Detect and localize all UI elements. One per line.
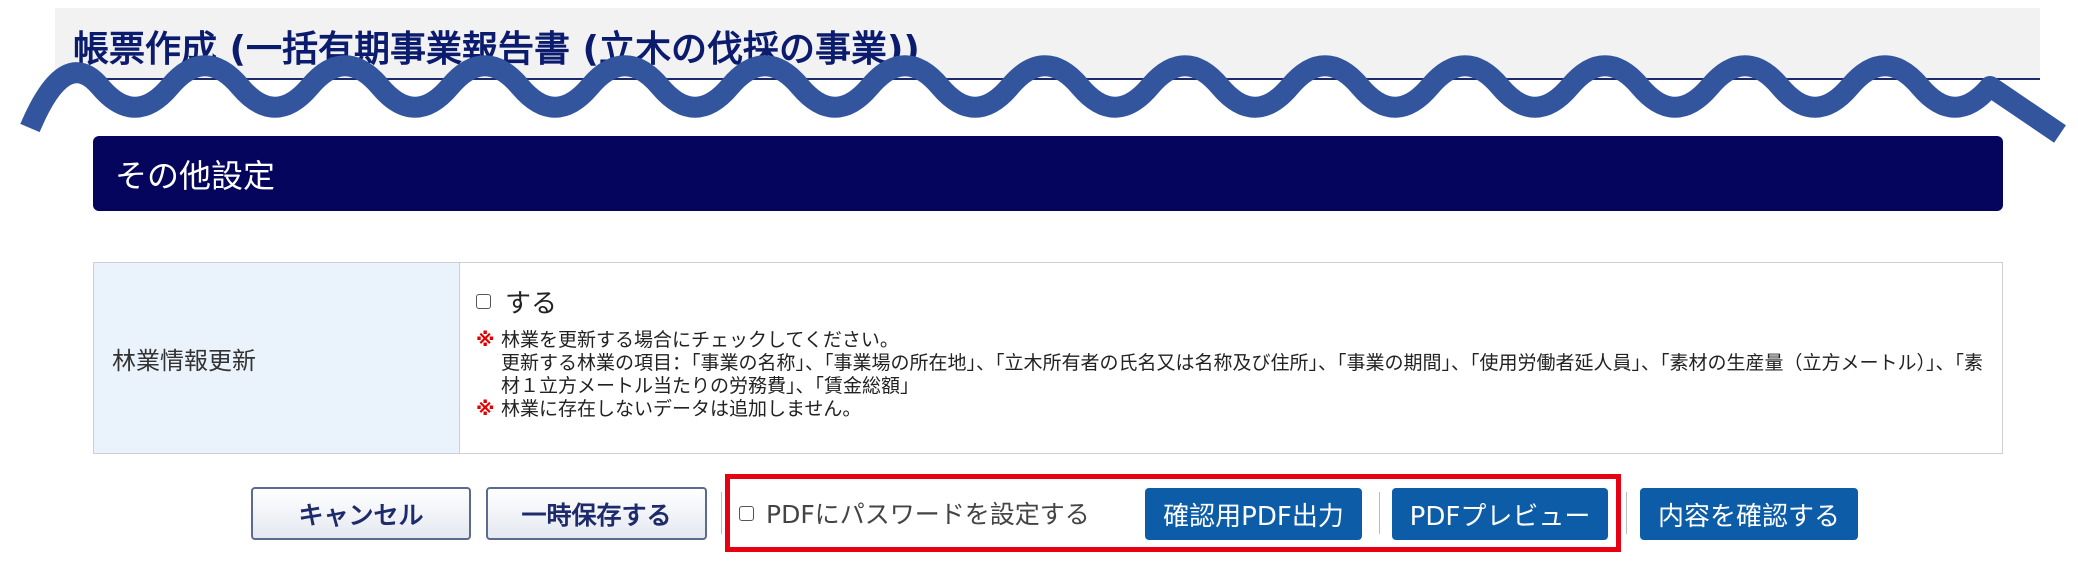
forestry-update-notes: ※ 林業を更新する場合にチェックしてください。 更新する林業の項目：「事業の名称… [476,329,1984,421]
pdf-password-option: PDFにパスワードを設定する [739,495,1090,531]
confirm-pdf-output-button[interactable]: 確認用PDF出力 [1145,488,1362,540]
note-line: ※ 林業を更新する場合にチェックしてください。 [476,329,1984,352]
forestry-update-value-cell: する ※ 林業を更新する場合にチェックしてください。 更新する林業の項目：「事業… [460,263,2002,453]
note-mark: ※ [476,398,495,420]
save-temp-button[interactable]: 一時保存する [486,487,707,540]
divider [721,492,722,534]
note-text: 林業に存在しないデータは追加しません。 [501,398,862,420]
settings-table: 林業情報更新 する ※ 林業を更新する場合にチェックしてください。 更新する林業… [93,262,2003,454]
note-line: ※ 林業に存在しないデータは追加しません。 [476,398,1984,421]
forestry-update-label: 林業情報更新 [94,263,460,453]
section-title: その他設定 [115,157,276,195]
section-header: その他設定 [93,136,2003,211]
note-text: 更新する林業の項目：「事業の名称」、「事業場の所在地」、「立木所有者の氏名又は名… [501,352,1984,397]
cancel-button[interactable]: キャンセル [251,487,471,540]
confirm-content-button[interactable]: 内容を確認する [1640,488,1858,540]
note-text: 林業を更新する場合にチェックしてください。 [501,329,899,351]
forestry-update-check-row: する [476,283,557,320]
pdf-preview-button[interactable]: PDFプレビュー [1392,488,1608,540]
note-mark [476,352,501,398]
note-mark: ※ [476,329,495,351]
forestry-update-checkbox[interactable] [476,294,491,309]
pdf-password-label[interactable]: PDFにパスワードを設定する [766,495,1090,531]
divider [1626,492,1627,534]
pdf-password-checkbox[interactable] [739,505,754,521]
note-line: 更新する林業の項目：「事業の名称」、「事業場の所在地」、「立木所有者の氏名又は名… [476,352,1984,398]
divider [1379,492,1380,534]
forestry-update-checkbox-label[interactable]: する [505,283,557,320]
